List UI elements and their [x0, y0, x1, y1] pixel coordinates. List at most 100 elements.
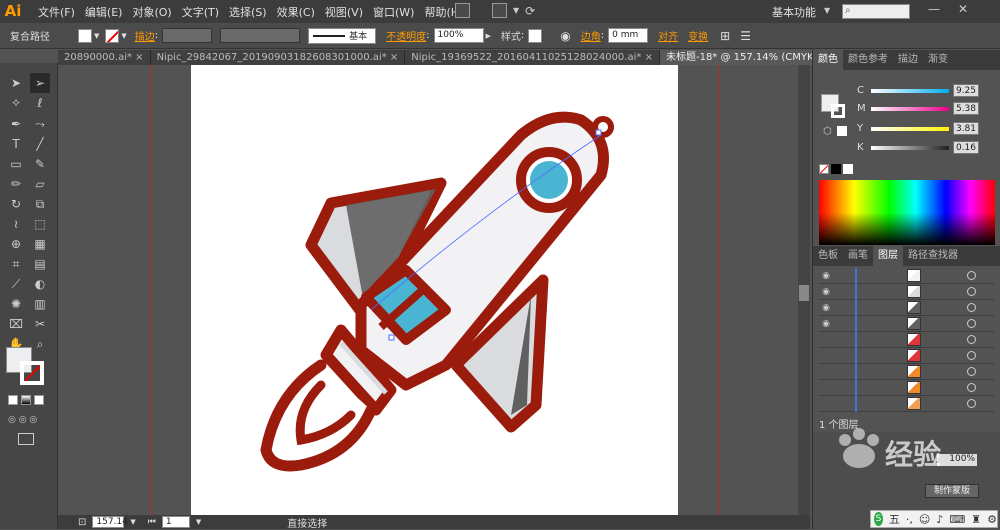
layer-row[interactable]: ◉	[819, 268, 994, 284]
microphone-icon[interactable]: ♪	[936, 513, 943, 526]
slice-tool-icon[interactable]: ✂	[30, 314, 50, 334]
black-value-input[interactable]: 0.16	[953, 141, 979, 154]
layer-target-icon[interactable]	[967, 287, 976, 296]
tab-color-guide[interactable]: 颜色参考	[843, 50, 893, 70]
gpu-performance-icon[interactable]: ⟳	[525, 4, 535, 18]
color-mode-icon[interactable]	[8, 395, 18, 405]
line-tool-icon[interactable]: ╱	[30, 134, 50, 154]
magenta-value-input[interactable]: 5.38	[953, 102, 979, 115]
zoom-input[interactable]: 157.14	[92, 516, 128, 528]
layer-row[interactable]	[819, 380, 994, 396]
anchor-point[interactable]	[595, 129, 602, 136]
page-input[interactable]: 1	[161, 516, 190, 528]
chevron-down-icon[interactable]: ▼	[196, 518, 201, 526]
menu-effect[interactable]: 效果(C)	[277, 4, 315, 20]
free-transform-icon[interactable]: ⬚	[30, 214, 50, 234]
rotate-tool-icon[interactable]: ↻	[6, 194, 26, 214]
search-input[interactable]: ⌕	[842, 4, 910, 19]
black-slider-track[interactable]	[871, 145, 949, 150]
layer-row[interactable]: ◉	[819, 316, 994, 332]
menu-type[interactable]: 文字(T)	[182, 4, 219, 20]
eraser-icon[interactable]: ▱	[30, 174, 50, 194]
visibility-eye-icon[interactable]: ◉	[819, 287, 833, 297]
magenta-slider-track[interactable]	[871, 106, 949, 111]
blend-tool-icon[interactable]: ◐	[30, 274, 50, 294]
shirt-icon[interactable]: ♜	[971, 513, 981, 526]
tab-stroke[interactable]: 描边	[893, 50, 923, 70]
menu-object[interactable]: 对象(O)	[132, 4, 171, 20]
corner-label[interactable]: 边角	[581, 28, 601, 43]
stroke-color-box[interactable]	[20, 361, 44, 385]
fill-swatch[interactable]	[78, 28, 92, 43]
tab-document-3[interactable]: Nipic_19369522_20160411025128024000.ai* …	[405, 50, 660, 65]
graphic-style-swatch[interactable]	[528, 28, 543, 43]
menu-window[interactable]: 窗口(W)	[373, 4, 414, 20]
visibility-eye-icon[interactable]: ◉	[819, 271, 833, 281]
layer-row[interactable]: ◉	[819, 284, 994, 300]
brush-definition-select[interactable]: 基本	[308, 27, 377, 44]
chevron-down-icon[interactable]: ▼	[94, 32, 99, 40]
menu-edit[interactable]: 编辑(E)	[85, 4, 123, 20]
tab-gradient[interactable]: 渐变	[923, 50, 953, 70]
artboard-nav-icon[interactable]: ⊡	[78, 517, 86, 528]
chevron-down-icon[interactable]: ▼	[130, 518, 135, 526]
lasso-icon[interactable]: ℓ	[30, 93, 50, 113]
variable-width-select[interactable]	[220, 28, 301, 43]
first-page-icon[interactable]: ⏮	[148, 517, 156, 527]
mesh-tool-icon[interactable]: ⌗	[6, 254, 26, 274]
direct-selection-tool-icon[interactable]: ➢	[30, 73, 50, 93]
anchor-point[interactable]	[388, 334, 395, 341]
width-tool-icon[interactable]: ≀	[6, 214, 26, 234]
layer-target-icon[interactable]	[967, 335, 976, 344]
transform-link[interactable]: 变换	[688, 28, 708, 43]
tab-pathfinder[interactable]: 路径查找器	[903, 246, 963, 266]
layer-target-icon[interactable]	[967, 351, 976, 360]
screen-mode-icon[interactable]	[18, 433, 34, 445]
none-mode-icon[interactable]	[34, 395, 44, 405]
slider-m[interactable]: M 5.38	[857, 102, 979, 115]
layer-row[interactable]	[819, 332, 994, 348]
zoom-tool-icon[interactable]: ⌕	[30, 334, 50, 354]
recolor-icon[interactable]: ◉	[560, 29, 570, 43]
workspace-switcher[interactable]: 基本功能	[772, 4, 816, 20]
bridge-icon[interactable]	[455, 3, 470, 18]
color-mode-buttons[interactable]	[8, 395, 44, 405]
pen-tool-icon[interactable]: ✒	[6, 114, 26, 134]
close-icon[interactable]: ×	[390, 52, 398, 63]
layer-target-icon[interactable]	[967, 399, 976, 408]
black-swatch[interactable]	[831, 164, 841, 174]
opacity-label[interactable]: 不透明度	[386, 28, 426, 43]
magic-wand-icon[interactable]: ✧	[6, 93, 26, 113]
stroke-label[interactable]: 描边	[135, 28, 155, 43]
corner-input[interactable]: 0 mm	[608, 28, 649, 43]
pencil-icon[interactable]: ✏	[6, 174, 26, 194]
sogou-logo-icon[interactable]: S	[874, 512, 883, 526]
keyboard-icon[interactable]: ⌨	[949, 513, 965, 526]
tab-layers[interactable]: 图层	[873, 246, 903, 266]
chevron-down-icon[interactable]: ▼	[121, 32, 126, 40]
arrange-documents-icon[interactable]	[492, 3, 507, 18]
tab-color[interactable]: 颜色	[813, 50, 843, 70]
layer-target-icon[interactable]	[967, 319, 976, 328]
align-link[interactable]: 对齐	[658, 28, 678, 43]
layer-target-icon[interactable]	[967, 303, 976, 312]
tab-swatches[interactable]: 色板	[813, 246, 843, 266]
layer-row[interactable]	[819, 396, 994, 412]
layer-target-icon[interactable]	[967, 383, 976, 392]
rocket-artwork[interactable]	[191, 65, 678, 515]
artboard-tool-icon[interactable]: ⌧	[6, 314, 26, 334]
menu-view[interactable]: 视图(V)	[325, 4, 363, 20]
curvature-tool-icon[interactable]: ⤳	[30, 114, 50, 134]
chevron-down-icon[interactable]: ▼	[513, 6, 519, 15]
symbol-sprayer-icon[interactable]: ✺	[6, 294, 26, 314]
yellow-slider-track[interactable]	[871, 126, 949, 131]
shape-builder-icon[interactable]: ⊕	[6, 234, 26, 254]
minimize-icon[interactable]: —	[928, 2, 940, 16]
close-icon[interactable]: ×	[135, 52, 143, 63]
gradient-tool-icon[interactable]: ▤	[30, 254, 50, 274]
menu-file[interactable]: 文件(F)	[38, 4, 75, 20]
cyan-slider-track[interactable]	[871, 88, 949, 93]
vertical-scrollbar[interactable]	[798, 65, 810, 515]
tab-brushes[interactable]: 画笔	[843, 246, 873, 266]
layer-row[interactable]	[819, 348, 994, 364]
